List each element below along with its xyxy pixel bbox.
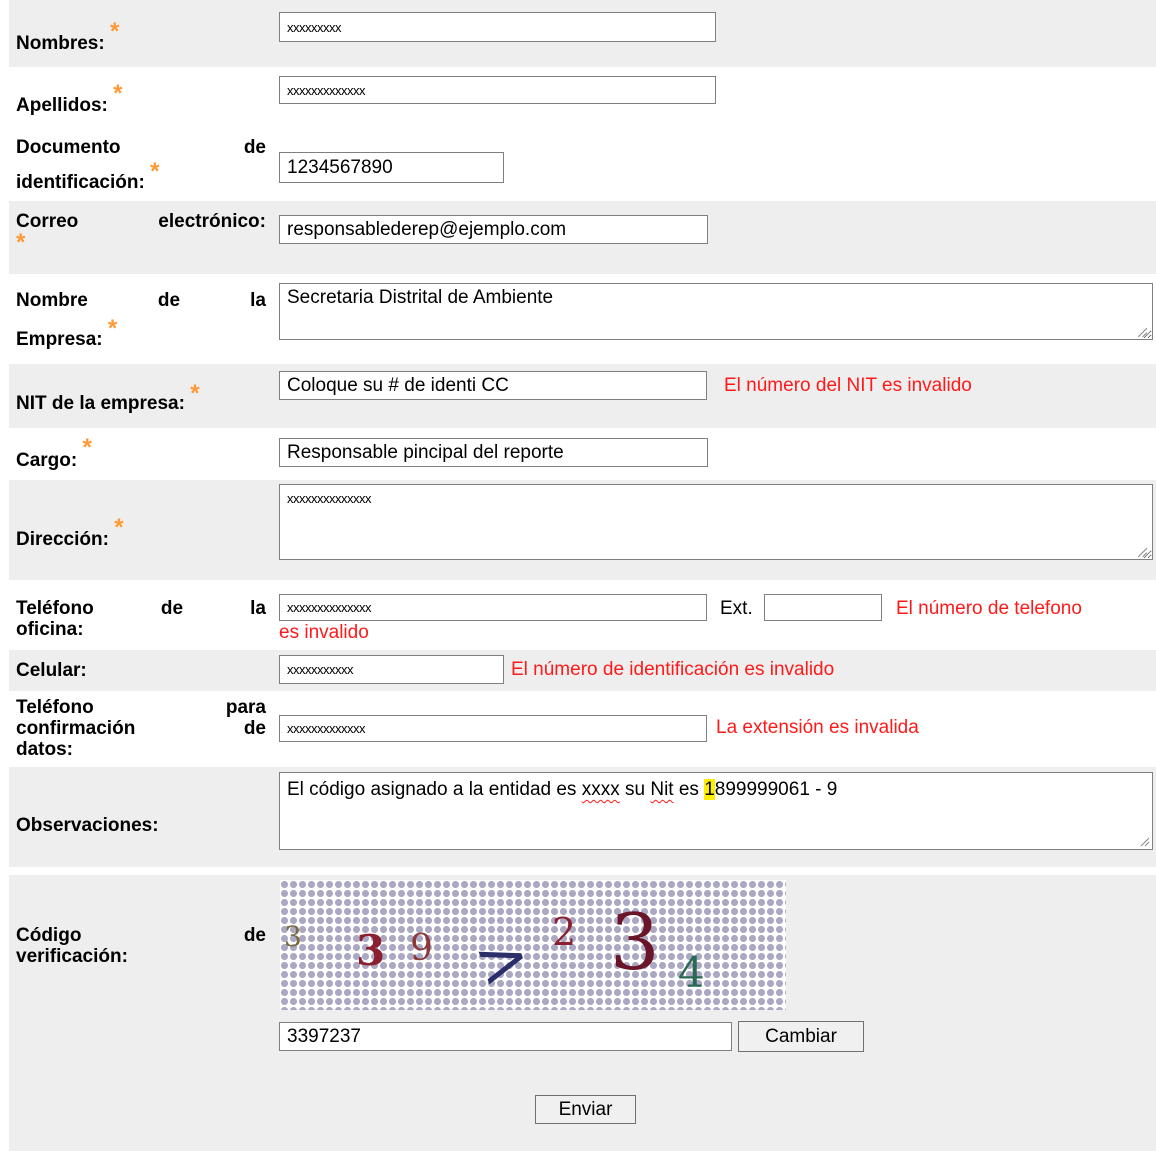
required-asterisk: * (16, 229, 26, 256)
nit-error: El número del NIT es invalido (724, 375, 972, 396)
cargo-input[interactable] (279, 438, 708, 467)
resize-grip-icon[interactable] (1135, 325, 1148, 338)
required-asterisk: * (82, 434, 92, 461)
documento-label: Documento de identificación: * (16, 137, 266, 193)
telefono-oficina-input[interactable] (279, 594, 707, 621)
codigo-label: Código de verificación: (16, 925, 266, 967)
captcha-input[interactable] (279, 1022, 732, 1051)
ext-input[interactable] (764, 594, 882, 621)
captcha-char: 9 (410, 928, 433, 969)
telefono-oficina-error-cont: es invalido (279, 622, 369, 643)
observaciones-label: Observaciones: (16, 815, 159, 836)
empresa-label: Nombre de la Empresa: * (16, 290, 266, 350)
required-asterisk: * (114, 514, 124, 541)
telefono-confirmacion-error: La extensión es invalida (716, 717, 919, 738)
captcha-char: 2 (552, 910, 577, 954)
documento-input[interactable] (279, 152, 504, 183)
required-asterisk: * (190, 380, 200, 407)
telefono-confirmacion-label: Teléfono para confirmación de datos: (16, 697, 266, 760)
resize-grip-icon[interactable] (1138, 835, 1150, 847)
direccion-textarea[interactable]: xxxxxxxxxxxxxx (279, 484, 1153, 560)
telefono-oficina-error: El número de telefono (896, 598, 1082, 619)
required-asterisk: * (113, 80, 123, 107)
nombres-label: Nombres: * (16, 18, 120, 55)
nit-label: NIT de la empresa: * (16, 380, 200, 415)
registration-form: Nombres: * Apellidos: * Documentode iden… (0, 0, 1156, 1151)
observaciones-textarea[interactable]: El código asignado a la entidad es xxxx … (279, 772, 1153, 850)
nit-input[interactable] (279, 371, 707, 400)
telefono-oficina-label: Teléfono de la oficina: (16, 598, 266, 640)
captcha-char: > (465, 917, 540, 1005)
correo-input[interactable] (279, 215, 708, 244)
captcha-char: 3 (610, 898, 660, 988)
captcha-image: 3 3 9 > 2 3 4 (280, 880, 786, 1010)
resize-grip-icon[interactable] (1135, 545, 1148, 558)
required-asterisk: * (109, 18, 120, 45)
telefono-confirmacion-input[interactable] (279, 715, 707, 742)
required-asterisk: * (150, 158, 160, 185)
highlighted-char: 1 (704, 779, 715, 800)
cargo-label: Cargo: * (16, 434, 92, 472)
nombres-input[interactable] (279, 12, 716, 42)
captcha-char: 3 (356, 926, 386, 975)
ext-label: Ext. (720, 598, 753, 619)
celular-input[interactable] (279, 655, 504, 684)
apellidos-input[interactable] (279, 76, 716, 104)
celular-error: El número de identificación es invalido (511, 659, 835, 680)
submit-button[interactable]: Enviar (535, 1095, 636, 1124)
correo-label: Correo electrónico: * (16, 211, 266, 256)
empresa-textarea[interactable]: Secretaria Distrital de Ambiente (279, 283, 1153, 340)
spellcheck-word[interactable]: Nit (650, 779, 673, 800)
direccion-label: Dirección: * (16, 514, 124, 551)
captcha-char: 4 (678, 948, 705, 997)
change-captcha-button[interactable]: Cambiar (738, 1021, 864, 1052)
captcha-char: 3 (284, 920, 302, 953)
spellcheck-word[interactable]: xxxx (582, 779, 620, 800)
required-asterisk: * (107, 315, 118, 342)
apellidos-label: Apellidos: * (16, 80, 123, 117)
celular-label: Celular: (16, 660, 87, 681)
